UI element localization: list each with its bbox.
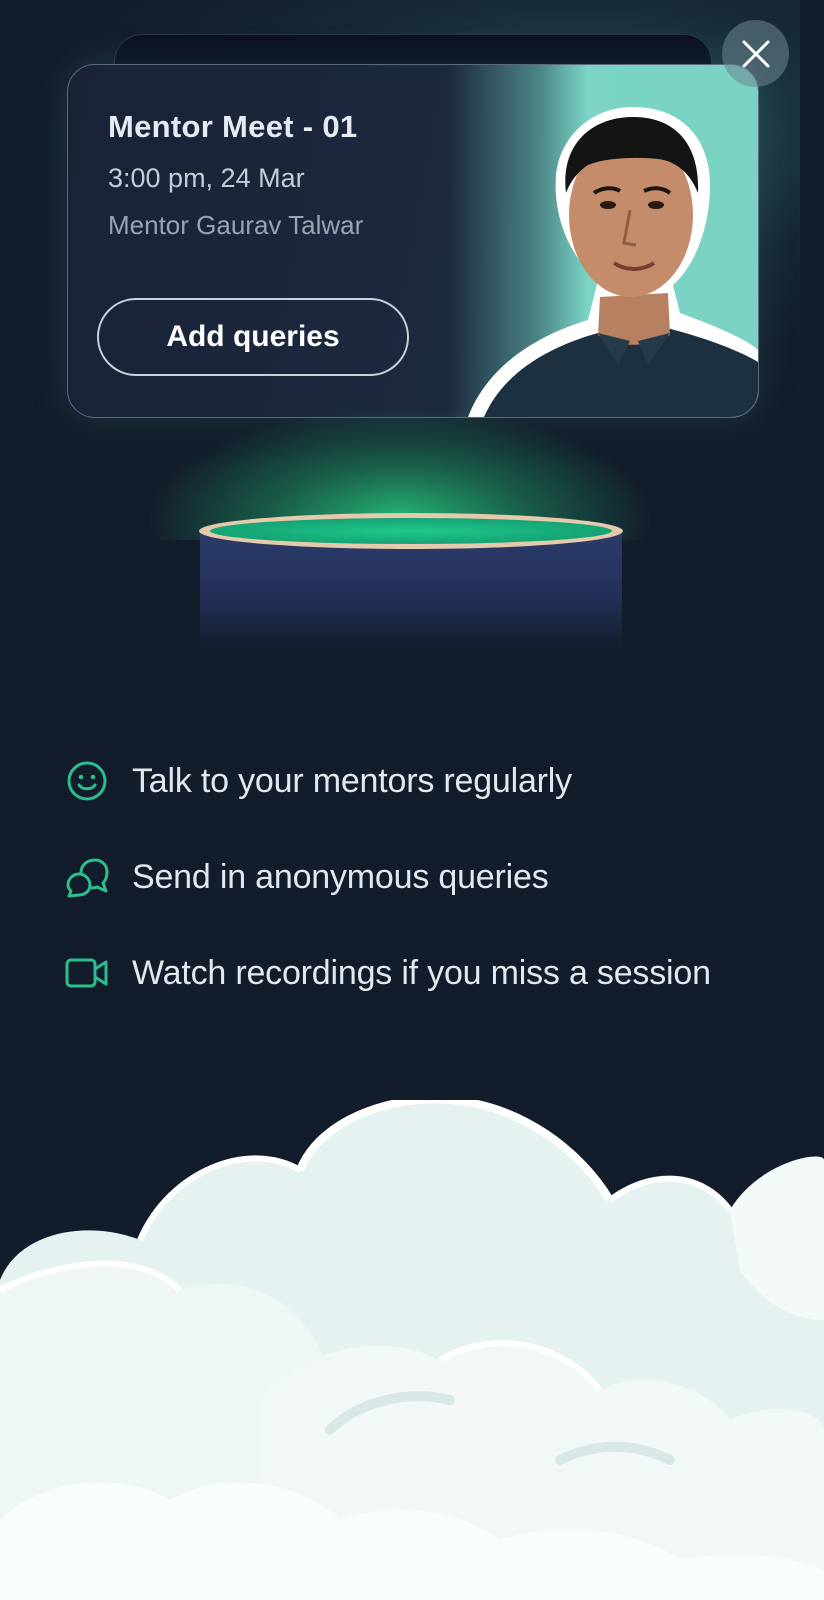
feature-item-talk: Talk to your mentors regularly	[64, 758, 572, 804]
feature-text-talk: Talk to your mentors regularly	[132, 761, 572, 800]
chat-bubbles-icon	[64, 854, 110, 900]
screen: Mentor Meet - 01 3:00 pm, 24 Mar Mentor …	[0, 0, 824, 1600]
feature-text-queries: Send in anonymous queries	[132, 857, 549, 896]
podium-top	[210, 518, 612, 544]
clouds-illustration	[0, 1100, 824, 1600]
meet-mentor-name: Mentor Gaurav Talwar	[108, 210, 364, 240]
mentor-meet-card[interactable]: Mentor Meet - 01 3:00 pm, 24 Mar Mentor …	[67, 64, 759, 418]
meet-title: Mentor Meet - 01	[108, 109, 358, 144]
feature-text-recordings: Watch recordings if you miss a session	[132, 953, 711, 992]
meet-time: 3:00 pm, 24 Mar	[108, 163, 305, 193]
mentor-avatar-illustration	[468, 107, 758, 417]
video-camera-icon	[64, 950, 110, 996]
mentor-photo	[448, 65, 758, 417]
feature-item-recordings: Watch recordings if you miss a session	[64, 950, 711, 996]
smiley-icon	[64, 758, 110, 804]
close-button[interactable]	[722, 20, 789, 87]
close-icon	[742, 40, 769, 67]
add-queries-button[interactable]: Add queries	[97, 298, 409, 376]
feature-item-queries: Send in anonymous queries	[64, 854, 549, 900]
